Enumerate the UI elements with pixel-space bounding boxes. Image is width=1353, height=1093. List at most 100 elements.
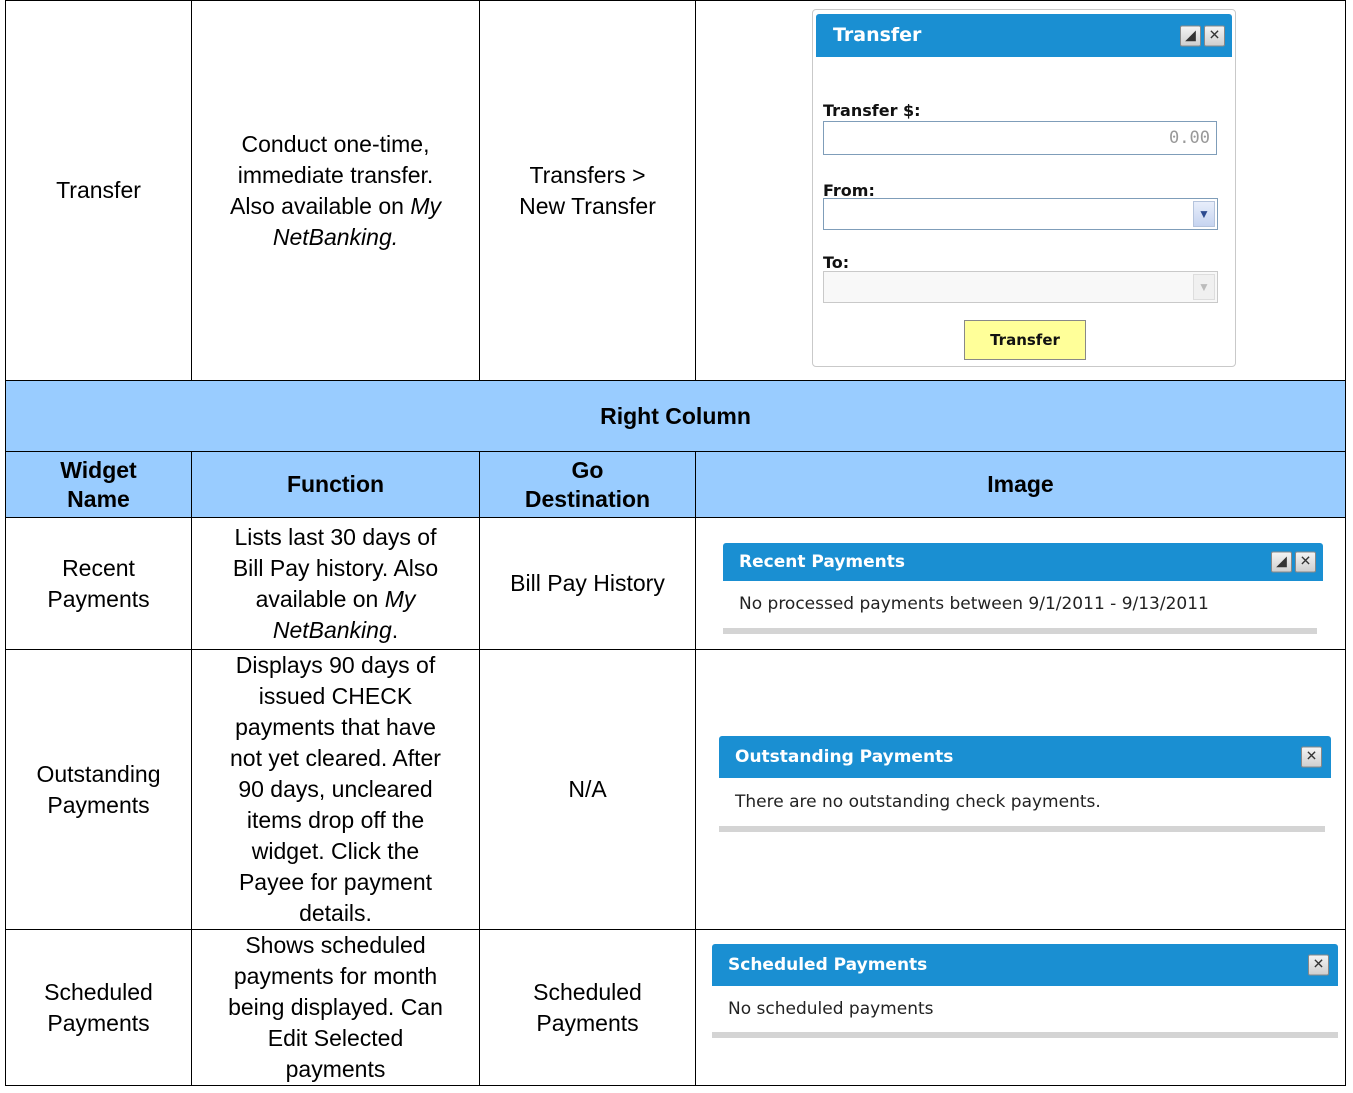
function-line: payments (285, 1056, 386, 1082)
function-line: Displays 90 days of (235, 652, 436, 678)
section-header: Right Column (5, 380, 1346, 452)
scheduled-payments-widget: Scheduled Payments ✕ No scheduled paymen… (712, 944, 1338, 1038)
widget-name-cell: Recent Payments (5, 517, 192, 650)
function-text: . (391, 616, 399, 643)
transfer-widget: Transfer ◢ ✕ Transfer $: 0.00 From: ▼ To… (812, 9, 1236, 367)
function-line: Bill Pay history. Also (232, 554, 439, 581)
widget-name: Recent (62, 554, 135, 581)
function-line: Shows scheduled (245, 932, 426, 958)
widget-body: No scheduled payments (728, 999, 934, 1019)
function-cell: Shows scheduled payments for month being… (191, 929, 480, 1086)
function-line: Payee for payment (238, 869, 433, 895)
function-line: Also available on My (198, 191, 473, 222)
function-cell: Conduct one-time, immediate transfer. Al… (191, 0, 480, 381)
widget-body: No processed payments between 9/1/2011 -… (739, 594, 1209, 614)
widget-name: Scheduled (44, 978, 153, 1005)
outstanding-payments-widget: Outstanding Payments ✕ There are no outs… (719, 736, 1331, 832)
function-line: available on My (198, 584, 473, 615)
column-header-row: Widget Name Function Go Destination Imag… (5, 451, 1346, 518)
function-line: not yet cleared. After (230, 745, 441, 771)
widget-footer (712, 1032, 1338, 1038)
function-line: Lists last 30 days of (234, 523, 437, 550)
widget-reference-table: Transfer Conduct one-time, immediate tra… (5, 0, 1346, 1086)
close-icon[interactable]: ✕ (1295, 551, 1316, 573)
widget-name-cell: Scheduled Payments (5, 929, 192, 1086)
widget-name: Payments (47, 791, 150, 818)
function-line: 90 days, uncleared (238, 776, 433, 802)
function-line: payments for month (233, 963, 438, 989)
function-em: My (410, 192, 441, 219)
function-line: issued CHECK (258, 683, 413, 709)
close-icon[interactable]: ✕ (1204, 25, 1225, 46)
destination-line: Transfers > (529, 161, 646, 188)
widget-footer (723, 628, 1317, 634)
widget-name: Transfer (56, 177, 141, 203)
header-text: Destination (524, 485, 651, 512)
table-row-outstanding-payments: Outstanding Payments Displays 90 days of… (5, 649, 1346, 930)
table-row-transfer: Transfer Conduct one-time, immediate tra… (5, 0, 1346, 381)
function-line: being displayed. Can (228, 994, 443, 1020)
function-line: payments that have (235, 714, 436, 740)
chevron-down-icon[interactable]: ▼ (1193, 201, 1215, 227)
column-header-function: Function (191, 451, 480, 518)
function-line: immediate transfer. (237, 161, 434, 188)
image-cell: Recent Payments ◢ ✕ No processed payment… (695, 517, 1346, 650)
function-line: NetBanking. (198, 222, 473, 253)
image-cell: Transfer ◢ ✕ Transfer $: 0.00 From: ▼ To… (695, 0, 1346, 381)
widget-name: Payments (47, 1009, 150, 1036)
chevron-down-icon: ▼ (1193, 274, 1215, 300)
destination-line: New Transfer (519, 192, 656, 219)
function-line: widget. Click the (251, 838, 420, 864)
function-line: Edit Selected (267, 1025, 404, 1051)
destination-cell: Scheduled Payments (479, 929, 696, 1086)
destination-cell: Transfers > New Transfer (479, 0, 696, 381)
widget-name-cell: Transfer (5, 0, 192, 381)
close-icon[interactable]: ✕ (1301, 746, 1322, 768)
widget-body: There are no outstanding check payments. (735, 792, 1101, 812)
widget-name: Payments (47, 585, 150, 612)
image-cell: Scheduled Payments ✕ No scheduled paymen… (695, 929, 1346, 1086)
widget-footer (719, 826, 1325, 832)
widget-title-bar: Transfer ◢ ✕ (816, 14, 1232, 57)
widget-title: Outstanding Payments (735, 747, 954, 767)
recent-payments-widget: Recent Payments ◢ ✕ No processed payment… (723, 543, 1323, 634)
function-text: Also available on (230, 192, 411, 219)
header-text: Name (67, 485, 130, 512)
column-header-image: Image (695, 451, 1346, 518)
column-header-widget-name: Widget Name (5, 451, 192, 518)
widget-name-cell: Outstanding Payments (5, 649, 192, 930)
widget-title: Recent Payments (739, 552, 905, 572)
widget-name: Outstanding (36, 760, 161, 787)
table-row-scheduled-payments: Scheduled Payments Shows scheduled payme… (5, 929, 1346, 1086)
widget-title-bar: Recent Payments ◢ ✕ (723, 543, 1323, 581)
function-line: Conduct one-time, (241, 130, 430, 157)
function-em: My (384, 585, 416, 612)
widget-title: Transfer (833, 24, 922, 46)
widget-title-bar: Outstanding Payments ✕ (719, 736, 1331, 778)
function-line: details. (299, 900, 372, 926)
amount-input[interactable]: 0.00 (823, 121, 1217, 155)
section-header-row: Right Column (5, 380, 1346, 452)
function-text: available on (255, 585, 385, 612)
destination-cell: N/A (479, 649, 696, 930)
column-header-destination: Go Destination (479, 451, 696, 518)
image-cell: Outstanding Payments ✕ There are no outs… (695, 649, 1346, 930)
header-text: Go (571, 456, 604, 483)
destination-cell: Bill Pay History (479, 517, 696, 650)
from-select[interactable]: ▼ (823, 198, 1218, 230)
restore-icon[interactable]: ◢ (1180, 25, 1201, 46)
close-icon[interactable]: ✕ (1308, 954, 1329, 976)
widget-title-bar: Scheduled Payments ✕ (712, 944, 1338, 986)
function-cell: Lists last 30 days of Bill Pay history. … (191, 517, 480, 650)
function-line: NetBanking. (198, 615, 473, 646)
function-em: NetBanking (272, 616, 392, 643)
function-line: items drop off the (246, 807, 425, 833)
transfer-button[interactable]: Transfer (964, 320, 1086, 360)
destination-line: Payments (536, 1009, 639, 1036)
restore-icon[interactable]: ◢ (1271, 551, 1292, 573)
destination-line: Scheduled (533, 978, 642, 1005)
header-text: Widget (60, 456, 137, 483)
function-em: NetBanking. (272, 223, 399, 250)
widget-title: Scheduled Payments (728, 955, 928, 975)
to-select[interactable]: ▼ (823, 271, 1218, 303)
